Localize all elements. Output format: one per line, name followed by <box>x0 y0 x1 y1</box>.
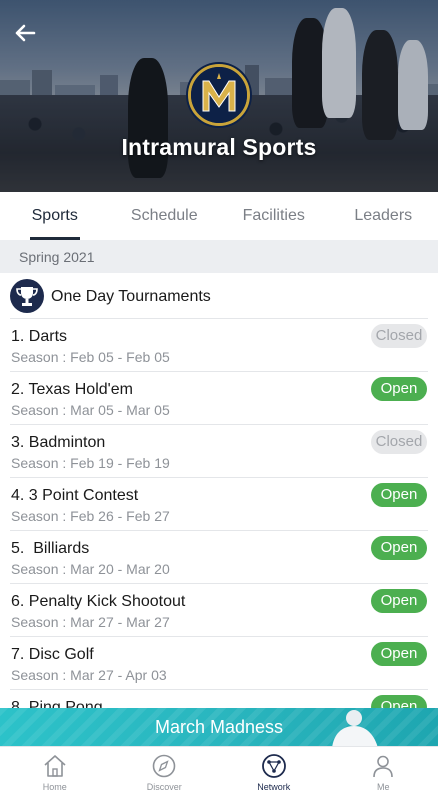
list-item[interactable]: 1. Darts Season : Feb 05 - Feb 05 Closed <box>10 319 428 372</box>
tab-schedule[interactable]: Schedule <box>110 192 220 240</box>
header-banner: Intramural Sports <box>0 0 438 192</box>
list-item[interactable]: 5. Billiards Season : Mar 20 - Mar 20 Op… <box>10 531 428 584</box>
nav-network-label: Network <box>257 782 291 792</box>
nav-me[interactable]: Me <box>329 747 438 800</box>
home-icon <box>44 755 66 777</box>
nav-discover[interactable]: Discover <box>110 747 220 800</box>
network-icon <box>261 754 286 778</box>
nav-discover-label: Discover <box>146 782 182 792</box>
item-season: Season : Feb 26 - Feb 27 <box>11 508 170 524</box>
item-season: Season : Mar 27 - Mar 27 <box>11 614 170 630</box>
status-badge: Open <box>371 642 427 666</box>
section-title: One Day Tournaments <box>51 288 211 305</box>
item-name: 5. Billiards <box>11 540 90 557</box>
item-season: Season : Feb 05 - Feb 05 <box>11 349 170 365</box>
status-badge: Open <box>371 377 427 401</box>
list-item[interactable]: 6. Penalty Kick Shootout Season : Mar 27… <box>10 584 428 637</box>
banner-title: March Madness <box>154 717 284 737</box>
item-name: 7. Disc Golf <box>11 646 94 663</box>
tab-leaders[interactable]: Leaders <box>329 192 438 240</box>
item-name: 4. 3 Point Contest <box>11 487 139 504</box>
list-item[interactable]: 7. Disc Golf Season : Mar 27 - Apr 03 Op… <box>10 637 428 690</box>
status-badge: Closed <box>371 430 427 454</box>
tournament-list: 1. Darts Season : Feb 05 - Feb 05 Closed… <box>0 319 438 743</box>
page-title: Intramural Sports <box>121 134 317 160</box>
bottom-navigation: Home Discover Network Me <box>0 746 438 800</box>
item-name: 3. Badminton <box>11 434 106 451</box>
status-badge: Closed <box>371 324 427 348</box>
item-season: Season : Mar 05 - Mar 05 <box>11 402 170 418</box>
nav-home[interactable]: Home <box>0 747 110 800</box>
item-season: Season : Mar 20 - Mar 20 <box>11 561 170 577</box>
section-header: One Day Tournaments <box>0 277 438 319</box>
item-season: Season : Mar 27 - Apr 03 <box>11 667 167 683</box>
nav-me-label: Me <box>376 782 390 792</box>
trophy-icon <box>10 279 44 313</box>
list-item[interactable]: 4. 3 Point Contest Season : Feb 26 - Feb… <box>10 478 428 531</box>
list-item[interactable]: 2. Texas Hold'em Season : Mar 05 - Mar 0… <box>10 372 428 425</box>
status-badge: Open <box>371 536 427 560</box>
tab-sports[interactable]: Sports <box>0 192 110 240</box>
season-header: Spring 2021 <box>0 240 438 273</box>
list-item[interactable]: 3. Badminton Season : Feb 19 - Feb 19 Cl… <box>10 425 428 478</box>
nav-network[interactable]: Network <box>219 747 329 800</box>
university-crest-logo <box>188 64 250 126</box>
item-name: 2. Texas Hold'em <box>11 381 133 398</box>
status-badge: Open <box>371 483 427 507</box>
person-icon <box>373 755 394 778</box>
march-madness-banner[interactable]: March Madness <box>0 708 438 746</box>
tab-facilities[interactable]: Facilities <box>219 192 329 240</box>
item-name: 6. Penalty Kick Shootout <box>11 593 186 610</box>
item-season: Season : Feb 19 - Feb 19 <box>11 455 170 471</box>
status-badge: Open <box>371 589 427 613</box>
tab-bar: Sports Schedule Facilities Leaders <box>0 192 438 240</box>
arrow-left-icon <box>15 24 36 42</box>
back-button[interactable] <box>10 18 40 48</box>
compass-icon <box>152 754 176 778</box>
nav-home-label: Home <box>42 782 67 792</box>
item-name: 1. Darts <box>11 328 68 345</box>
